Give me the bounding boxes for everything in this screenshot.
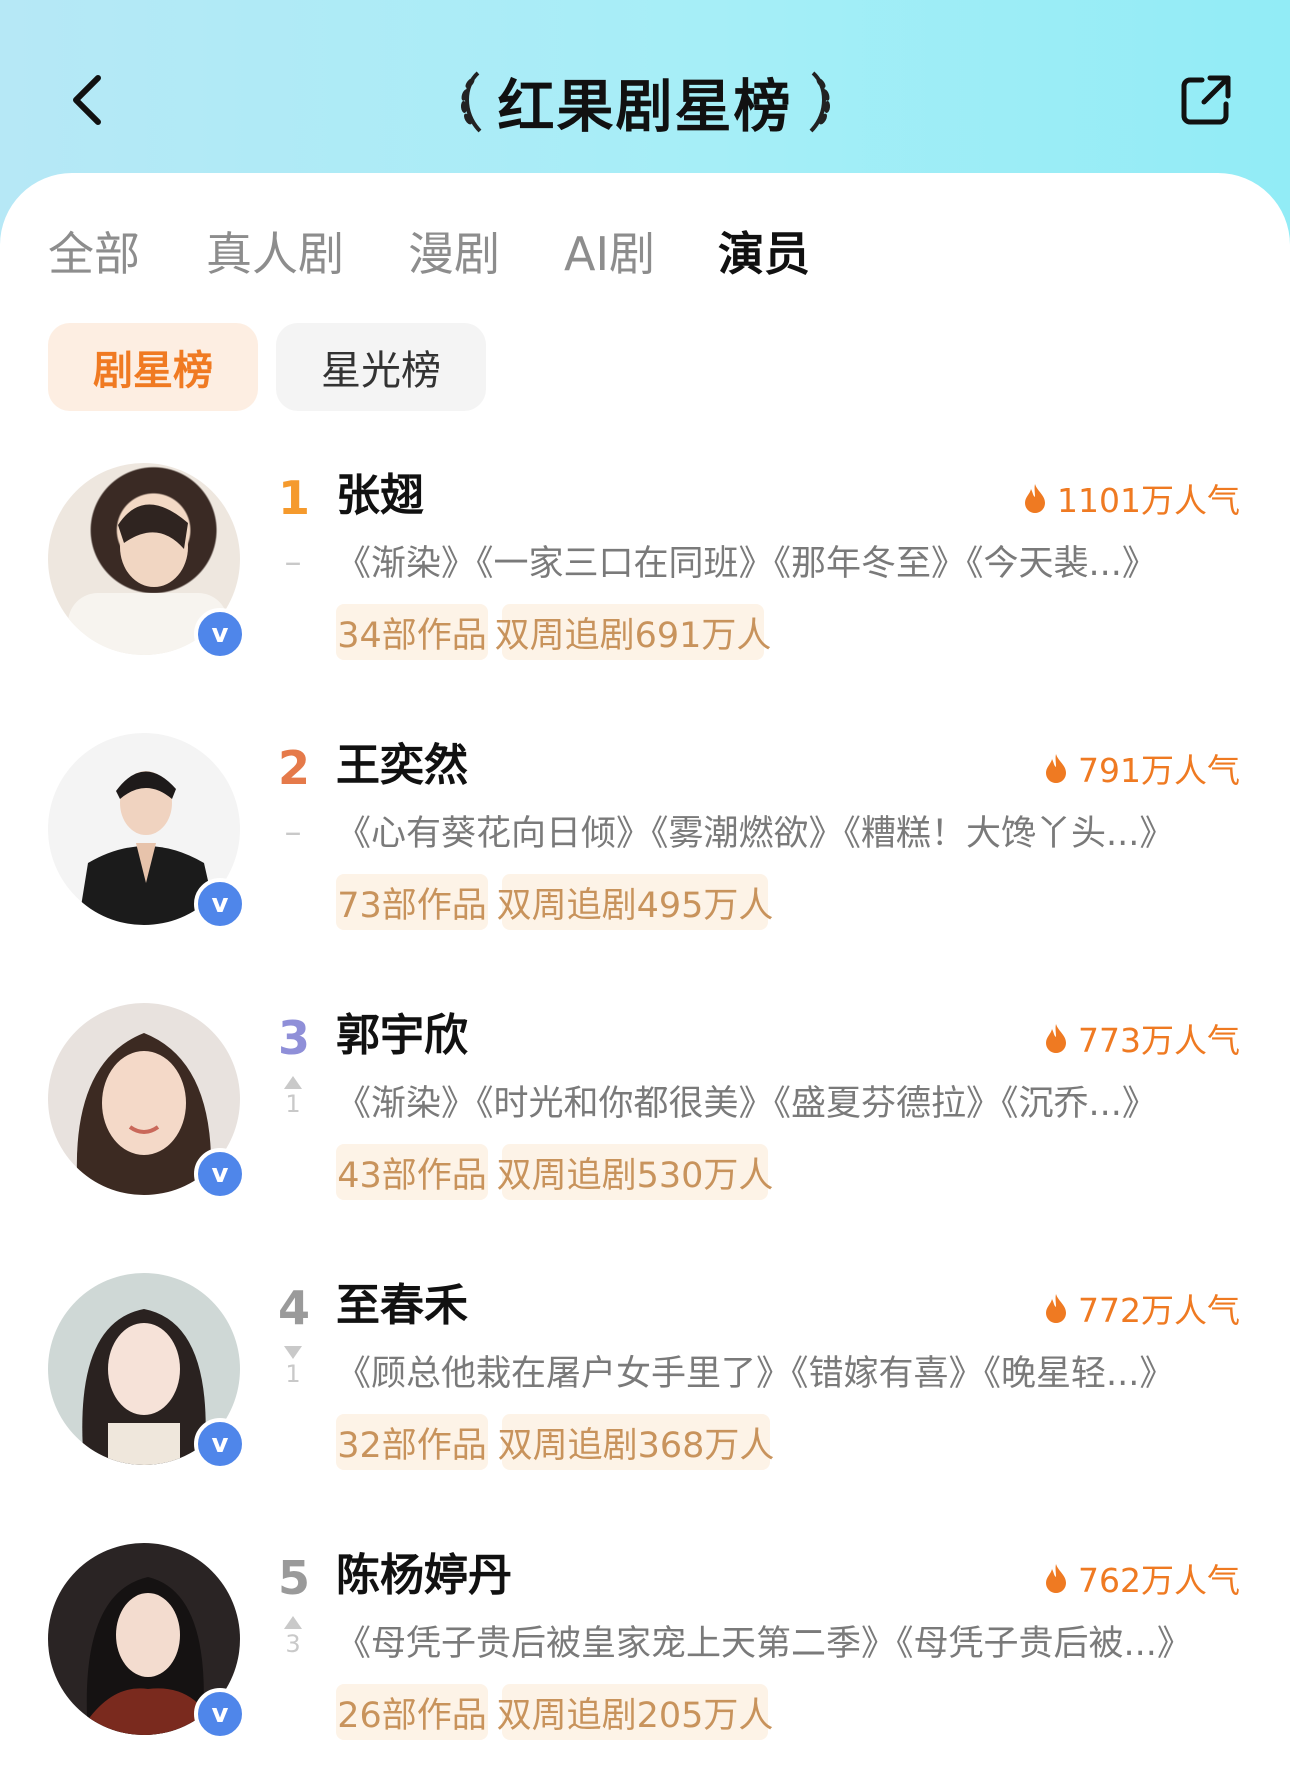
works-count-tag: 34部作品	[336, 604, 488, 660]
actor-name[interactable]: 郭宇欣	[336, 1006, 468, 1066]
trend-indicator: 1	[278, 1074, 308, 1119]
viewers-tag: 双周追剧691万人	[495, 604, 771, 660]
viewers-tag: 双周追剧495万人	[497, 874, 773, 930]
header: 红果剧星榜	[0, 0, 1290, 175]
arrow-up-icon	[284, 1616, 302, 1629]
share-icon	[1181, 75, 1231, 125]
fire-icon	[1046, 754, 1066, 783]
laurel-left-icon	[460, 71, 481, 133]
works-list[interactable]: 《心有葵花向日倾》《雾潮燃欲》《糟糕！大馋丫头...》	[336, 806, 1226, 862]
verified-badge: v	[194, 1688, 246, 1740]
rank-number: 3	[278, 1011, 311, 1065]
tab-comic[interactable]: 漫剧	[408, 222, 500, 286]
tab-all[interactable]: 全部	[48, 222, 140, 286]
popularity: 1101万人气	[1023, 474, 1240, 522]
category-tabs: 全部 真人剧 漫剧 AI剧 演员	[0, 222, 1290, 286]
list-item[interactable]: v 4 1 至春禾 772万人气 《顾总他栽在屠户女手里了》《错嫁有喜》《晚星轻…	[0, 1258, 1290, 1488]
list-item[interactable]: v 3 1 郭宇欣 773万人气 《渐染》《时光和你都很美》《盛夏芬德拉》《沉乔…	[0, 988, 1290, 1218]
popularity: 772万人气	[1044, 1284, 1240, 1332]
page-title: 红果剧星榜	[497, 74, 793, 140]
popularity: 791万人气	[1044, 744, 1240, 792]
verified-badge: v	[194, 878, 246, 930]
works-list[interactable]: 《顾总他栽在屠户女手里了》《错嫁有喜》《晚星轻...》	[336, 1346, 1226, 1402]
title-group: 红果剧星榜	[0, 62, 1290, 142]
works-list[interactable]: 《渐染》《一家三口在同班》《那年冬至》《今天裴...》	[336, 536, 1226, 592]
fire-icon	[1025, 484, 1046, 513]
rank-number: 1	[278, 471, 311, 525]
popularity: 762万人气	[1044, 1554, 1240, 1602]
trend-indicator: 3	[278, 1614, 308, 1659]
rank-number: 4	[278, 1281, 311, 1335]
subtab-drama-star-ranking[interactable]: 剧星榜	[48, 323, 258, 411]
trend-indicator: –	[284, 542, 302, 582]
tab-live-action[interactable]: 真人剧	[206, 222, 344, 286]
trend-indicator: 1	[278, 1344, 308, 1389]
tab-ai[interactable]: AI剧	[564, 222, 655, 286]
works-count-tag: 43部作品	[336, 1144, 488, 1200]
works-list[interactable]: 《母凭子贵后被皇家宠上天第二季》《母凭子贵后被...》	[336, 1616, 1226, 1672]
subtab-starlight-ranking[interactable]: 星光榜	[276, 323, 486, 411]
fire-icon	[1046, 1564, 1066, 1593]
verified-badge: v	[194, 608, 246, 660]
list-item[interactable]: v 1 – 张翅 1101万人气 《渐染》《一家三口在同班》《那年冬至》《今天裴…	[0, 448, 1290, 678]
works-list[interactable]: 《渐染》《时光和你都很美》《盛夏芬德拉》《沉乔...》	[336, 1076, 1226, 1132]
viewers-tag: 双周追剧530万人	[497, 1144, 773, 1200]
laurel-right-icon	[809, 71, 830, 133]
works-count-tag: 32部作品	[336, 1414, 488, 1470]
popularity: 773万人气	[1044, 1014, 1240, 1062]
actor-name[interactable]: 至春禾	[336, 1276, 468, 1336]
list-item[interactable]: v 5 3 陈杨婷丹 762万人气 《母凭子贵后被皇家宠上天第二季》《母凭子贵后…	[0, 1528, 1290, 1758]
actor-name[interactable]: 陈杨婷丹	[336, 1546, 512, 1606]
works-count-tag: 26部作品	[336, 1684, 488, 1740]
actor-name[interactable]: 王奕然	[336, 736, 468, 796]
tab-actors[interactable]: 演员	[718, 222, 810, 286]
rank-number: 2	[278, 741, 311, 795]
trend-indicator: –	[284, 812, 302, 852]
works-count-tag: 73部作品	[336, 874, 488, 930]
viewers-tag: 双周追剧205万人	[497, 1684, 773, 1740]
fire-icon	[1046, 1024, 1066, 1053]
share-button[interactable]	[1178, 72, 1234, 128]
rank-number: 5	[278, 1551, 311, 1605]
arrow-up-icon	[284, 1076, 302, 1089]
verified-badge: v	[194, 1418, 246, 1470]
fire-icon	[1046, 1294, 1066, 1323]
viewers-tag: 双周追剧368万人	[498, 1414, 774, 1470]
actor-name[interactable]: 张翅	[336, 466, 424, 526]
verified-badge: v	[194, 1148, 246, 1200]
list-item[interactable]: v 2 – 王奕然 791万人气 《心有葵花向日倾》《雾潮燃欲》《糟糕！大馋丫头…	[0, 718, 1290, 948]
arrow-down-icon	[284, 1346, 302, 1359]
